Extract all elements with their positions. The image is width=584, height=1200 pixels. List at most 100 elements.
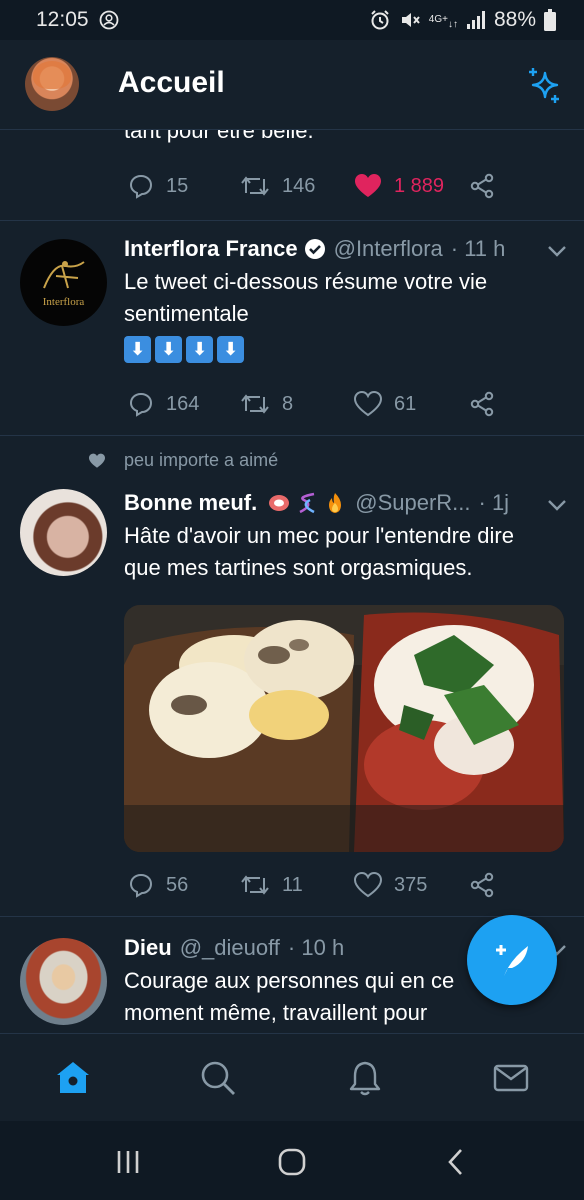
share-icon: [470, 872, 494, 898]
tweet-avatar[interactable]: Interflora: [20, 239, 107, 326]
reply-count: 164: [166, 392, 200, 415]
share-button[interactable]: [469, 173, 495, 199]
tweet-text-line: Le tweet ci-dessous résume votre vie: [124, 269, 488, 294]
dna-emoji-icon: [299, 492, 315, 514]
retweet-button[interactable]: 11: [240, 872, 303, 898]
heart-icon: [354, 391, 382, 417]
tweet-actions: 56 11 375: [124, 868, 504, 902]
network-type-icon: 4G+ ↓↑: [428, 14, 458, 30]
tweet-divider: [0, 220, 584, 221]
down-arrow-emoji-icon: ⬇: [124, 336, 151, 363]
down-arrow-emoji-icon: ⬇: [217, 336, 244, 363]
mute-icon: [399, 9, 421, 31]
share-button[interactable]: [469, 872, 495, 898]
tweet-time: · 11 h: [450, 236, 506, 261]
reply-icon: [129, 174, 153, 199]
account-circle-icon: [99, 10, 119, 30]
down-arrow-emoji-icon: ⬇: [155, 336, 182, 363]
author-name[interactable]: Interflora France: [124, 236, 298, 262]
profile-avatar[interactable]: [25, 57, 79, 111]
share-button[interactable]: [469, 391, 495, 417]
compose-tweet-button[interactable]: [467, 915, 557, 1005]
reply-button[interactable]: 164: [128, 391, 199, 417]
previous-tweet-actions: 15 146 1 889: [124, 169, 504, 203]
retweet-count: 146: [282, 174, 316, 197]
reply-icon: [129, 392, 153, 417]
tweet-text: Le tweet ci-dessous résume votre vie sen…: [124, 266, 564, 364]
retweet-button[interactable]: 146: [240, 173, 315, 199]
heart-small-icon: [89, 453, 105, 468]
nav-messages[interactable]: [491, 1058, 531, 1098]
tweet-divider: [0, 435, 584, 436]
status-time: 12:05: [36, 8, 89, 31]
tweet-header: Dieu @_dieuoff · 10 h: [124, 935, 344, 961]
like-count: 375: [394, 873, 428, 896]
mail-icon: [493, 1064, 529, 1092]
emoji-row: ⬇ ⬇ ⬇ ⬇: [124, 332, 564, 364]
chevron-down-icon[interactable]: [544, 492, 570, 518]
home-system-button[interactable]: [275, 1145, 309, 1179]
nav-search[interactable]: [198, 1058, 238, 1098]
author-name[interactable]: Dieu: [124, 935, 172, 961]
tweet-header: Interflora France @Interflora · 11 h: [124, 236, 505, 262]
status-right: 4G+ ↓↑ 88%: [369, 8, 556, 32]
retweet-count: 8: [282, 392, 294, 415]
status-bar: 12:05 4G+ ↓↑ 88%: [0, 0, 584, 40]
timeline[interactable]: tant pour être belle. 15 146 1 889 Inter…: [0, 130, 584, 1033]
recent-apps-button[interactable]: [111, 1145, 145, 1179]
search-icon: [201, 1061, 235, 1095]
reply-button[interactable]: 56: [128, 872, 188, 898]
like-count: 1 889: [394, 174, 445, 197]
reply-button[interactable]: 15: [128, 173, 188, 199]
previous-tweet-text: tant pour être belle.: [124, 130, 314, 143]
bell-icon: [349, 1061, 381, 1096]
like-button[interactable]: 61: [354, 391, 416, 417]
retweet-icon: [241, 176, 269, 196]
tweet-actions: 164 8 61: [124, 387, 504, 421]
battery-percent: 88%: [493, 8, 536, 31]
down-arrow-emoji-icon: ⬇: [186, 336, 213, 363]
tweet-avatar[interactable]: [20, 489, 107, 576]
like-button[interactable]: 1 889: [354, 173, 444, 199]
reply-count: 56: [166, 873, 189, 896]
tweet-avatar[interactable]: [20, 938, 107, 1025]
verified-badge-icon: [304, 239, 325, 259]
heart-icon: [354, 872, 382, 898]
reply-count: 15: [166, 174, 189, 197]
social-context: peu importe a aimé: [88, 450, 278, 471]
back-button[interactable]: [439, 1145, 473, 1179]
share-icon: [470, 173, 494, 199]
battery-icon: [544, 9, 556, 31]
tweet-text-line: Hâte d'avoir un mec pour l'entendre dire: [124, 523, 514, 548]
fire-emoji-icon: [329, 493, 342, 513]
tweet-photo[interactable]: [124, 605, 564, 852]
tweet-header: Bonne meuf. @SuperR... · 1j: [124, 490, 509, 516]
chevron-down-icon[interactable]: [544, 238, 570, 264]
social-context-text[interactable]: peu importe a aimé: [124, 450, 278, 471]
tweet-time: · 1j: [478, 490, 510, 515]
home-icon: [57, 1062, 89, 1093]
back-arrow-icon: [448, 1149, 462, 1175]
bottom-navigation: [0, 1033, 584, 1121]
retweet-button[interactable]: 8: [240, 391, 293, 417]
interflora-logo-icon: [42, 260, 85, 288]
toast-photo-image: [124, 605, 564, 852]
tweet-text-line: que mes tartines sont orgasmiques.: [124, 555, 473, 580]
nav-notifications[interactable]: [345, 1058, 385, 1098]
sparkle-icon[interactable]: [525, 65, 565, 105]
feather-plus-icon: [496, 945, 528, 976]
reply-icon: [129, 873, 153, 898]
alarm-icon: [369, 9, 391, 31]
tweet-time: · 10 h: [287, 935, 345, 960]
tweet-text-line: sentimentale: [124, 301, 249, 326]
author-name[interactable]: Bonne meuf.: [124, 490, 257, 516]
twitter-home-screen: 12:05 4G+ ↓↑ 88% Accueil tant pour être …: [0, 0, 584, 1200]
share-icon: [470, 391, 494, 417]
avatar-brand-label: Interflora: [42, 295, 85, 308]
signal-icon: [466, 10, 486, 30]
like-count: 61: [394, 392, 417, 415]
like-button[interactable]: 375: [354, 872, 427, 898]
retweet-icon: [241, 875, 269, 895]
page-title: Accueil: [118, 66, 225, 99]
nav-home[interactable]: [53, 1058, 93, 1098]
